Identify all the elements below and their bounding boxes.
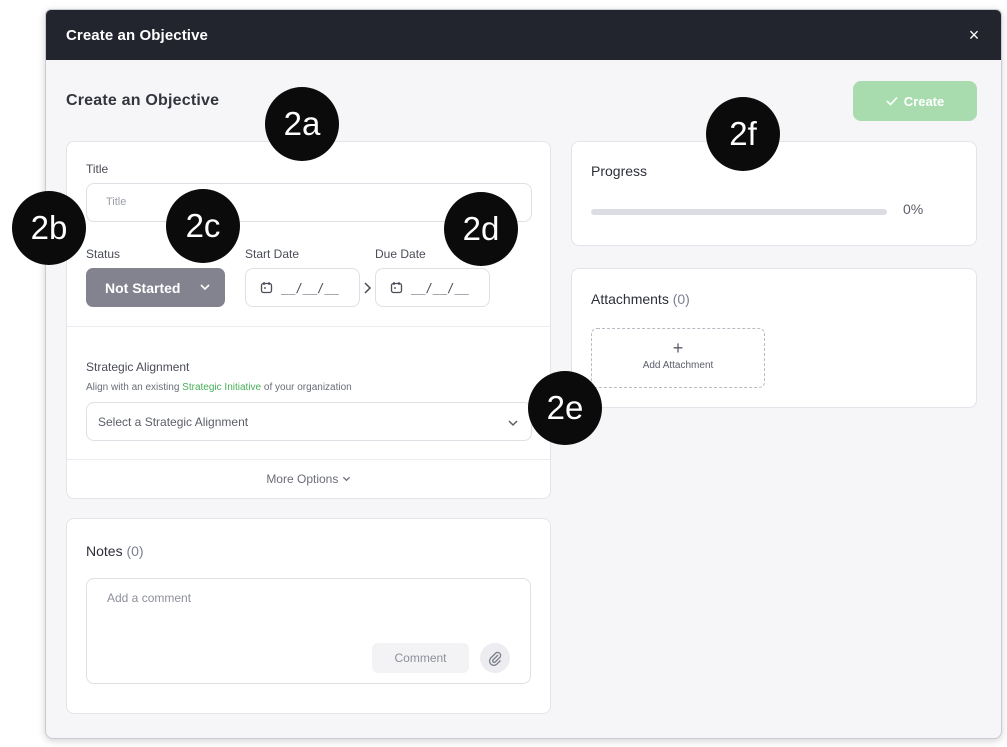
start-date-value: __/__/__ (281, 280, 339, 295)
divider (67, 459, 550, 460)
annotation-badge-2e: 2e (528, 371, 602, 445)
annotation-badge-2a: 2a (265, 87, 339, 161)
check-icon (886, 96, 898, 106)
due-date-value: __/__/__ (411, 280, 469, 295)
title-label: Title (86, 162, 109, 176)
progress-value: 0% (903, 201, 924, 217)
notes-count: (0) (126, 543, 144, 559)
calendar-icon (390, 282, 403, 294)
calendar-icon (260, 282, 273, 294)
status-dropdown[interactable]: Not Started (86, 268, 225, 307)
notes-label: Notes (86, 543, 123, 559)
strategic-initiative-link[interactable]: Strategic Initiative (182, 382, 261, 393)
divider (67, 326, 550, 327)
status-value: Not Started (105, 279, 181, 296)
annotation-badge-2c: 2c (166, 189, 240, 263)
chevron-down-icon (508, 420, 518, 427)
strategic-alignment-hint: Align with an existing Strategic Initiat… (86, 382, 352, 393)
notes-card: Notes (0) Add a comment Comment (66, 518, 551, 714)
strategic-alignment-label: Strategic Alignment (86, 360, 190, 374)
attachments-count: (0) (672, 291, 690, 307)
strategic-alignment-placeholder: Select a Strategic Alignment (98, 415, 249, 429)
strategic-alignment-select[interactable]: Select a Strategic Alignment (86, 402, 532, 441)
start-date-label: Start Date (245, 247, 300, 261)
chevron-right-icon (364, 282, 372, 294)
dialog-title: Create an Objective (66, 27, 208, 44)
attachments-heading: Attachments (0) (591, 291, 690, 307)
progress-bar (591, 209, 887, 215)
close-icon[interactable]: × (963, 24, 985, 46)
notes-heading: Notes (0) (86, 543, 144, 559)
annotation-badge-2d: 2d (444, 192, 518, 266)
attachments-card: Attachments (0) + Add Attachment (571, 268, 977, 408)
progress-label: Progress (591, 163, 648, 179)
add-attachment-label: Add Attachment (642, 360, 714, 371)
comment-placeholder: Add a comment (107, 591, 192, 605)
start-date-input[interactable]: __/__/__ (245, 268, 360, 307)
attachments-label: Attachments (591, 291, 669, 307)
title-placeholder: Title (106, 196, 127, 208)
create-objective-dialog: Create an Objective × Create an Objectiv… (45, 9, 1002, 739)
hint-text: of your organization (263, 382, 352, 393)
attach-comment-button[interactable] (480, 643, 510, 673)
status-label: Status (86, 247, 121, 261)
due-date-label: Due Date (375, 247, 426, 261)
more-options-label: More Options (266, 472, 339, 486)
add-attachment-button[interactable]: + Add Attachment (591, 328, 765, 388)
paperclip-icon (488, 651, 502, 666)
progress-card: Progress 0% (571, 141, 977, 246)
annotation-badge-2b: 2b (12, 191, 86, 265)
dialog-titlebar: Create an Objective × (46, 10, 1001, 60)
create-button-label: Create (903, 93, 945, 109)
due-date-input[interactable]: __/__/__ (375, 268, 490, 307)
comment-input[interactable]: Add a comment Comment (86, 578, 531, 684)
more-options-toggle[interactable]: More Options (67, 472, 550, 486)
plus-icon: + (672, 338, 684, 358)
chevron-down-icon (200, 284, 210, 291)
page-heading: Create an Objective (66, 92, 220, 109)
chevron-down-icon (342, 476, 350, 482)
create-button[interactable]: Create (853, 81, 977, 121)
comment-button[interactable]: Comment (372, 643, 469, 673)
hint-text: Align with an existing (86, 382, 180, 393)
annotation-badge-2f: 2f (706, 97, 780, 171)
